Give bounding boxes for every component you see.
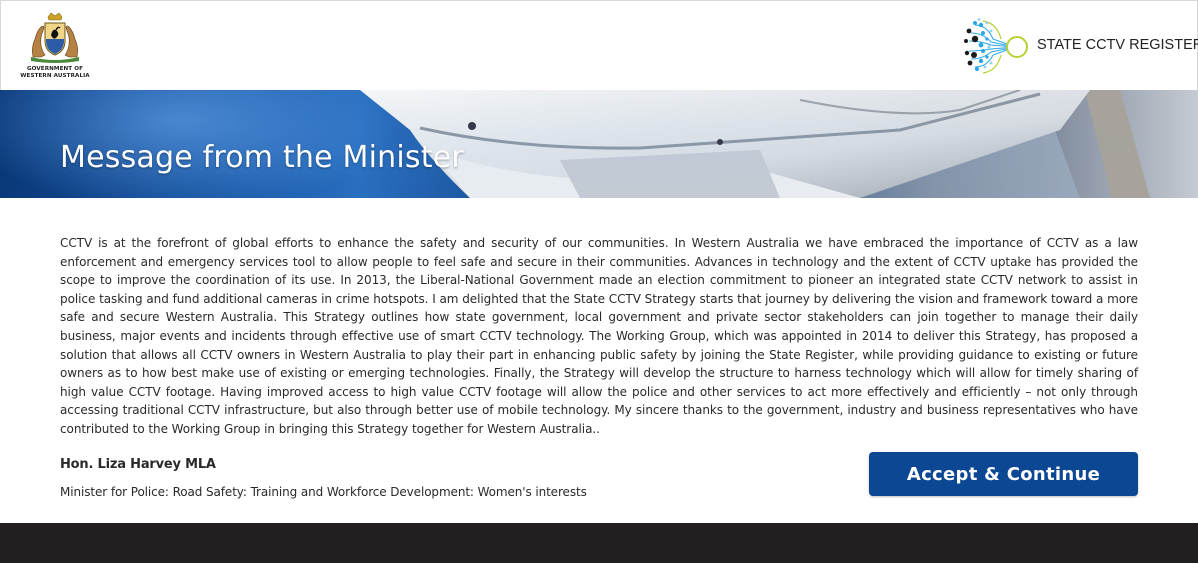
signatory-title: Minister for Police: Road Safety: Traini…: [60, 485, 587, 499]
wa-coat-of-arms-icon: [31, 12, 79, 63]
state-cctv-register-logo[interactable]: STATE CCTV REGISTER: [961, 17, 1198, 77]
government-logo-text: GOVERNMENT OF WESTERN AUSTRALIA: [19, 66, 91, 79]
gov-line-1: GOVERNMENT OF: [26, 66, 84, 72]
minister-message: CCTV is at the forefront of global effor…: [60, 236, 1138, 436]
cctv-network-icon: [964, 18, 1028, 74]
signatory-name: Hon. Liza Harvey MLA: [60, 457, 216, 472]
brand-label: STATE CCTV REGISTER: [1037, 37, 1198, 53]
site-footer: [0, 523, 1198, 563]
page-title: Message from the Minister: [60, 140, 464, 175]
gov-line-2: WESTERN AUSTRALIA: [20, 72, 90, 79]
site-header: GOVERNMENT OF WESTERN AUSTRALIA STATE CC…: [0, 0, 1198, 90]
accept-continue-button[interactable]: Accept & Continue: [869, 452, 1138, 496]
government-logo[interactable]: GOVERNMENT OF WESTERN AUSTRALIA: [19, 11, 91, 81]
main-content: CCTV is at the forefront of global effor…: [0, 198, 1198, 523]
hero-banner: Message from the Minister: [0, 90, 1198, 198]
